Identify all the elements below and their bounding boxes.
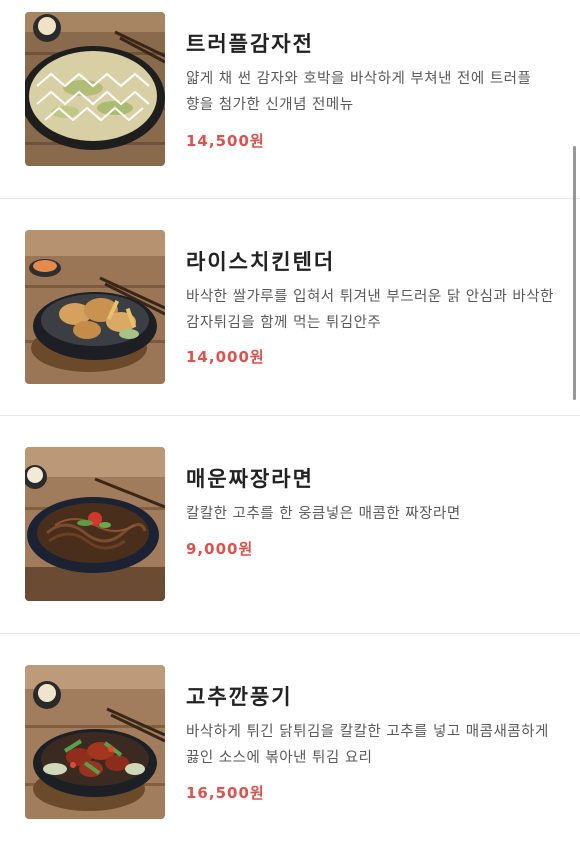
divider <box>0 633 580 634</box>
rice-chicken-tender-photo[interactable] <box>25 230 165 384</box>
menu-item-price: 14,000원 <box>186 348 265 366</box>
menu-item-description: 바삭한 쌀가루를 입혀서 튀겨낸 부드러운 닭 안심과 바삭한 감자튀김을 함께… <box>186 289 554 331</box>
spicy-jjajang-ramen-photo[interactable] <box>25 447 165 601</box>
menu-item-description: 바삭하게 튀긴 닭튀김을 칼칼한 고추를 넣고 매콤새콤하게 끓인 소스에 볶아… <box>186 724 549 766</box>
menu-item-description: 칼칼한 고추를 한 웅큼넣은 매콤한 짜장라면 <box>186 506 461 522</box>
scrollbar[interactable] <box>573 146 576 400</box>
menu-item-price: 14,500원 <box>186 132 265 150</box>
menu-list: 트러플감자전 얇게 채 썬 감자와 호박을 바삭하게 부쳐낸 전에 트러플 향을… <box>0 0 580 848</box>
menu-item-rice-chicken-tender[interactable]: 라이스치킨텐더 바삭한 쌀가루를 입혀서 튀겨낸 부드러운 닭 안심과 바삭한 … <box>0 200 580 417</box>
menu-item-name: 트러플감자전 <box>186 32 314 56</box>
divider <box>0 415 580 416</box>
menu-item-description: 얇게 채 썬 감자와 호박을 바삭하게 부쳐낸 전에 트러플 향을 첨가한 신개… <box>186 71 532 113</box>
menu-item-price: 16,500원 <box>186 784 265 802</box>
menu-item-name: 매운짜장라면 <box>186 467 314 491</box>
menu-item-price: 9,000원 <box>186 540 254 558</box>
divider <box>0 198 580 199</box>
menu-item-truffle-potato-pancake[interactable]: 트러플감자전 얇게 채 썬 감자와 호박을 바삭하게 부쳐낸 전에 트러플 향을… <box>0 0 580 199</box>
menu-item-name: 라이스치킨텐더 <box>186 250 336 274</box>
menu-item-pepper-kkanpunggi[interactable]: 고추깐풍기 바삭하게 튀긴 닭튀김을 칼칼한 고추를 넣고 매콤새콤하게 끓인 … <box>0 635 580 852</box>
menu-item-name: 고추깐풍기 <box>186 685 293 709</box>
pepper-kkanpunggi-photo[interactable] <box>25 665 165 819</box>
potato-pancake-photo[interactable] <box>25 12 165 166</box>
menu-item-spicy-jjajang-ramen[interactable]: 매운짜장라면 칼칼한 고추를 한 웅큼넣은 매콤한 짜장라면 9,000원 <box>0 417 580 634</box>
